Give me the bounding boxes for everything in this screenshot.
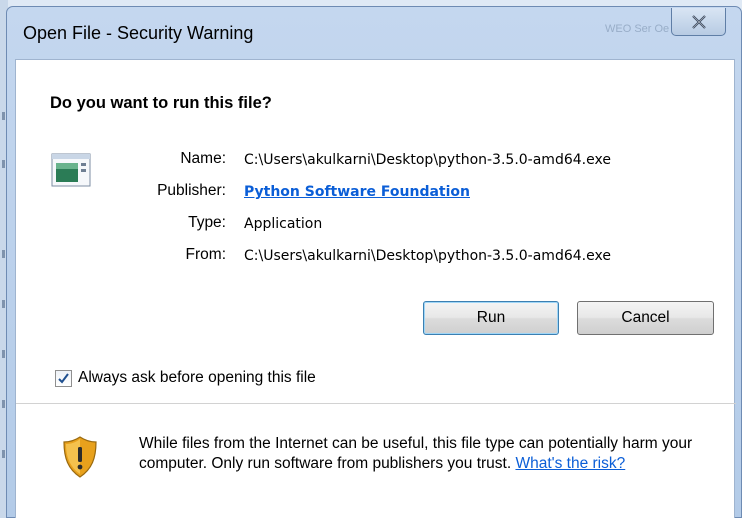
type-label: Type: bbox=[188, 214, 226, 231]
publisher-row: Publisher: Python Software Foundation bbox=[16, 182, 716, 206]
faded-title-text: WEO Ser Oe bbox=[605, 23, 670, 35]
always-ask-label: Always ask before opening this file bbox=[78, 369, 316, 386]
whats-the-risk-link[interactable]: What's the risk? bbox=[515, 455, 625, 472]
title-bar[interactable]: Open File - Security Warning WEO Ser Oe bbox=[7, 7, 741, 59]
warning-message: While files from the Internet can be use… bbox=[139, 434, 709, 474]
prompt-question: Do you want to run this file? bbox=[50, 94, 272, 112]
from-row: From: C:\Users\akulkarni\Desktop\python-… bbox=[16, 246, 716, 270]
from-label: From: bbox=[185, 246, 226, 263]
window-title: Open File - Security Warning bbox=[23, 23, 254, 43]
warning-shield-icon bbox=[63, 436, 97, 478]
always-ask-checkbox-row[interactable]: Always ask before opening this file bbox=[55, 367, 316, 389]
name-row: Name: C:\Users\akulkarni\Desktop\python-… bbox=[16, 150, 716, 174]
security-warning-dialog: Open File - Security Warning WEO Ser Oe … bbox=[6, 6, 742, 518]
name-value: C:\Users\akulkarni\Desktop\python-3.5.0-… bbox=[244, 152, 611, 168]
publisher-link[interactable]: Python Software Foundation bbox=[244, 184, 470, 200]
name-label: Name: bbox=[180, 150, 226, 167]
from-value: C:\Users\akulkarni\Desktop\python-3.5.0-… bbox=[244, 248, 611, 264]
publisher-label: Publisher: bbox=[157, 182, 226, 199]
type-row: Type: Application bbox=[16, 214, 716, 238]
close-icon bbox=[691, 14, 706, 29]
checkmark-icon bbox=[58, 372, 69, 384]
run-button[interactable]: Run bbox=[423, 301, 559, 335]
type-value: Application bbox=[244, 216, 323, 232]
dialog-content: Do you want to run this file? Name: C:\U… bbox=[15, 59, 736, 518]
section-divider bbox=[16, 403, 736, 404]
cancel-button[interactable]: Cancel bbox=[577, 301, 714, 335]
close-button[interactable] bbox=[671, 8, 726, 36]
always-ask-checkbox[interactable] bbox=[55, 369, 72, 387]
